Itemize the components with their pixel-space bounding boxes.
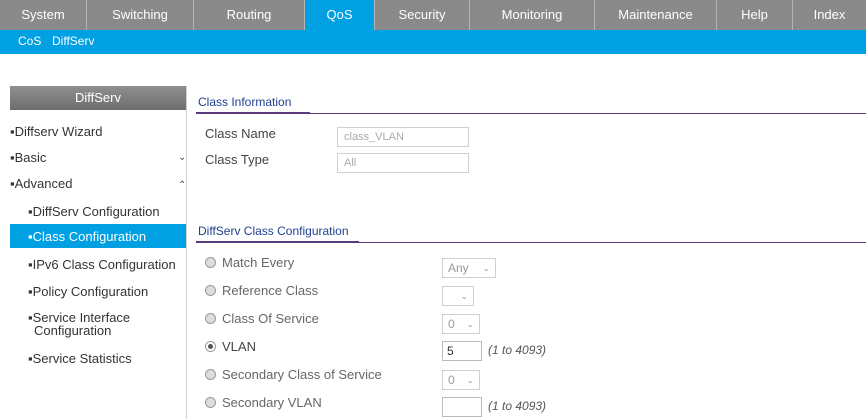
radio-off-icon bbox=[205, 257, 216, 268]
secondary-class-of-service-radio[interactable]: Secondary Class of Service bbox=[205, 367, 382, 382]
secondary-vlan-range-hint: (1 to 4093) bbox=[488, 399, 547, 413]
radio-off-icon bbox=[205, 313, 216, 324]
sub-nav: CoS DiffServ bbox=[0, 30, 866, 54]
vlan-range-hint: (1 to 4093) bbox=[488, 343, 547, 357]
match-every-select[interactable]: Any ⌄ bbox=[442, 258, 496, 278]
sidebar-item-diffserv-wizard[interactable]: ▪Diffserv Wizard bbox=[10, 124, 103, 139]
sidebar-item-label: IPv6 Class Configuration bbox=[32, 257, 176, 272]
chevron-down-icon: ⌄ bbox=[466, 375, 474, 385]
radio-label: Match Every bbox=[222, 255, 295, 270]
sidebar-item-service-interface-configuration[interactable]: ▪Service Interface Configuration bbox=[28, 311, 130, 337]
class-of-service-radio[interactable]: Class Of Service bbox=[205, 311, 319, 326]
sidebar-item-basic[interactable]: ▪Basic ⌄ bbox=[10, 150, 186, 165]
sidebar-item-label-line2: Configuration bbox=[34, 323, 112, 338]
subnav-cos[interactable]: CoS bbox=[18, 34, 41, 48]
tab-monitoring[interactable]: Monitoring bbox=[470, 0, 595, 30]
radio-label: Secondary Class of Service bbox=[222, 367, 382, 382]
sidebar-item-service-statistics[interactable]: ▪Service Statistics bbox=[28, 351, 132, 366]
secondary-class-of-service-select[interactable]: 0 ⌄ bbox=[442, 370, 480, 390]
tab-qos[interactable]: QoS bbox=[305, 0, 375, 30]
sidebar-item-label: Diffserv Wizard bbox=[14, 124, 103, 139]
sidebar-item-advanced[interactable]: ▪Advanced ⌃ bbox=[10, 176, 186, 191]
reference-class-radio[interactable]: Reference Class bbox=[205, 283, 318, 298]
tab-switching[interactable]: Switching bbox=[87, 0, 194, 30]
class-of-service-select[interactable]: 0 ⌄ bbox=[442, 314, 480, 334]
class-name-field: class_VLAN bbox=[337, 127, 469, 147]
subnav-diffserv[interactable]: DiffServ bbox=[52, 34, 94, 48]
radio-on-icon bbox=[205, 341, 216, 352]
chevron-down-icon[interactable]: ⌄ bbox=[178, 152, 186, 163]
tab-help[interactable]: Help bbox=[717, 0, 793, 30]
secondary-vlan-radio[interactable]: Secondary VLAN bbox=[205, 395, 322, 410]
tab-system[interactable]: System bbox=[0, 0, 87, 30]
chevron-up-icon[interactable]: ⌃ bbox=[178, 180, 186, 191]
section-title-underline bbox=[196, 241, 359, 243]
class-type-field: All bbox=[337, 153, 469, 173]
sidebar-item-label: Basic bbox=[14, 150, 47, 165]
class-configuration-title: DiffServ Class Configuration bbox=[198, 224, 349, 238]
radio-off-icon bbox=[205, 285, 216, 296]
radio-label: Secondary VLAN bbox=[222, 395, 322, 410]
section-title-underline bbox=[196, 112, 310, 114]
tab-security[interactable]: Security bbox=[375, 0, 470, 30]
sidebar-item-class-configuration[interactable]: ▪Class Configuration bbox=[28, 229, 146, 244]
chevron-down-icon: ⌄ bbox=[466, 319, 474, 329]
sidebar-title: DiffServ bbox=[10, 86, 186, 110]
sidebar-item-label: Advanced bbox=[14, 176, 73, 191]
class-type-label: Class Type bbox=[205, 152, 270, 167]
tab-routing[interactable]: Routing bbox=[194, 0, 305, 30]
sidebar-item-label: DiffServ Configuration bbox=[32, 204, 160, 219]
tab-maintenance[interactable]: Maintenance bbox=[595, 0, 717, 30]
class-information-title: Class Information bbox=[198, 95, 292, 109]
secondary-vlan-input[interactable] bbox=[442, 397, 482, 417]
sidebar-item-diffserv-configuration[interactable]: ▪DiffServ Configuration bbox=[28, 204, 160, 219]
tab-index[interactable]: Index bbox=[793, 0, 866, 30]
select-value: 0 bbox=[448, 373, 455, 387]
radio-off-icon bbox=[205, 397, 216, 408]
radio-off-icon bbox=[205, 369, 216, 380]
class-name-label: Class Name bbox=[205, 126, 276, 141]
radio-label: Class Of Service bbox=[222, 311, 319, 326]
radio-label: VLAN bbox=[222, 339, 256, 354]
reference-class-select[interactable]: ⌄ bbox=[442, 286, 474, 306]
match-every-radio[interactable]: Match Every bbox=[205, 255, 294, 270]
vlan-radio[interactable]: VLAN bbox=[205, 339, 256, 354]
select-value: 0 bbox=[448, 317, 455, 331]
top-nav: System Switching Routing QoS Security Mo… bbox=[0, 0, 866, 30]
sidebar-item-ipv6-class-configuration[interactable]: ▪IPv6 Class Configuration bbox=[28, 257, 176, 272]
sidebar-item-label: Class Configuration bbox=[32, 229, 147, 244]
sidebar-item-policy-configuration[interactable]: ▪Policy Configuration bbox=[28, 284, 148, 299]
chevron-down-icon: ⌄ bbox=[482, 263, 490, 273]
radio-label: Reference Class bbox=[222, 283, 319, 298]
select-value: Any bbox=[448, 261, 469, 275]
chevron-down-icon: ⌄ bbox=[460, 291, 468, 301]
sidebar-item-label: Policy Configuration bbox=[32, 284, 149, 299]
vlan-input[interactable]: 5 bbox=[442, 341, 482, 361]
sidebar-item-label: Service Statistics bbox=[32, 351, 132, 366]
sidebar: DiffServ ▪Diffserv Wizard ▪Basic ⌄ ▪Adva… bbox=[0, 86, 187, 419]
